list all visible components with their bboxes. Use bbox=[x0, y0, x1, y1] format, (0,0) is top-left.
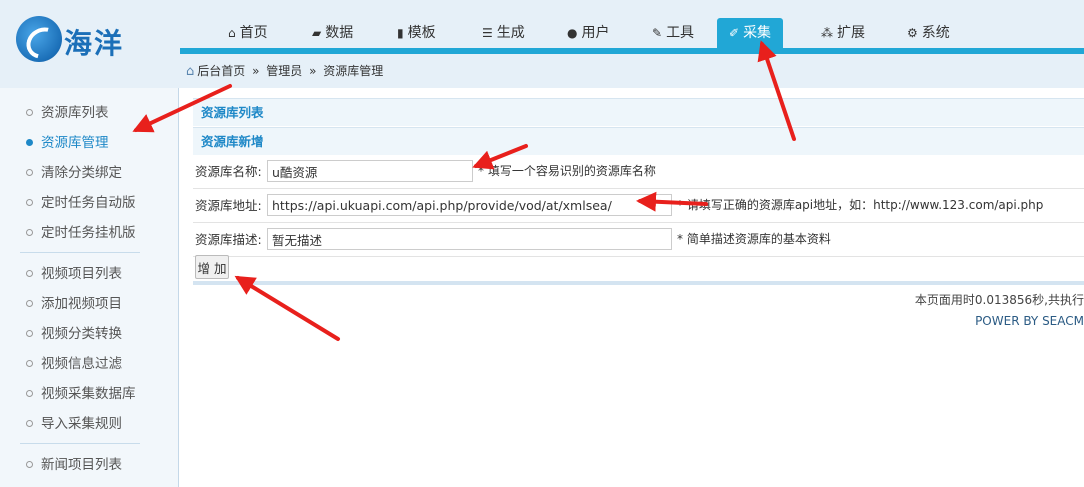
sidebar-divider bbox=[20, 252, 140, 253]
field-hint: * 请填写正确的资源库api地址，如：http://www.123.com/ap… bbox=[677, 198, 1044, 212]
nav-item-extend[interactable]: ⁂ 扩展 bbox=[809, 18, 877, 48]
nav-item-collect[interactable]: ✐ 采集 bbox=[717, 18, 784, 48]
form-row-url: 资源库地址: * 请填写正确的资源库api地址，如：http://www.123… bbox=[193, 189, 1084, 223]
home-icon: ⌂ bbox=[228, 26, 236, 40]
source-list-link[interactable]: 资源库列表 bbox=[193, 98, 1084, 126]
nav-item-user[interactable]: ● 用户 bbox=[555, 18, 621, 48]
nav-item-label: 采集 bbox=[743, 25, 772, 41]
logo-text: 海洋 bbox=[64, 27, 125, 60]
sidebar-item-timer-auto[interactable]: 定时任务自动版 bbox=[26, 191, 136, 215]
source-name-input[interactable] bbox=[267, 160, 473, 182]
breadcrumb-separator: » bbox=[252, 64, 260, 78]
sitemap-icon: ⁂ bbox=[821, 26, 833, 40]
content-bottom-bar bbox=[193, 281, 1084, 285]
sidebar-item-label: 定时任务自动版 bbox=[41, 195, 136, 211]
sidebar-item-video-projects[interactable]: 视频项目列表 bbox=[26, 262, 122, 286]
gear-icon: ⚙ bbox=[907, 26, 918, 40]
field-label: 资源库名称: bbox=[195, 164, 262, 179]
nav-item-data[interactable]: ▰ 数据 bbox=[300, 18, 365, 48]
field-label: 资源库地址: bbox=[195, 198, 262, 213]
breadcrumb-level1[interactable]: 管理员 bbox=[266, 64, 302, 78]
bullet-icon bbox=[26, 138, 33, 146]
nav-item-label: 数据 bbox=[325, 25, 354, 41]
sidebar-item-label: 视频项目列表 bbox=[41, 266, 122, 282]
sidebar-item-news-projects[interactable]: 新闻项目列表 bbox=[26, 453, 122, 477]
sidebar-item-label: 定时任务挂机版 bbox=[41, 225, 136, 241]
nav-item-label: 模板 bbox=[407, 25, 436, 41]
bullet-icon bbox=[26, 329, 33, 337]
home-icon: ⌂ bbox=[186, 64, 195, 79]
sidebar-item-label: 视频信息过滤 bbox=[41, 356, 122, 372]
nav-item-label: 扩展 bbox=[837, 25, 865, 41]
logo-wave-icon bbox=[16, 16, 66, 65]
bullet-icon bbox=[26, 359, 33, 367]
source-url-input[interactable] bbox=[267, 194, 672, 216]
nav-item-home[interactable]: ⌂ 首页 bbox=[216, 18, 280, 48]
section-title: 资源库新增 bbox=[193, 127, 1084, 155]
nav-item-generate[interactable]: ☰ 生成 bbox=[470, 18, 537, 48]
source-desc-input[interactable] bbox=[267, 228, 672, 250]
sidebar-item-video-filter[interactable]: 视频信息过滤 bbox=[26, 352, 122, 376]
add-button[interactable]: 增 加 bbox=[195, 255, 229, 279]
breadcrumb-home[interactable]: 后台首页 bbox=[197, 64, 245, 78]
breadcrumb-current: 资源库管理 bbox=[323, 64, 384, 78]
sidebar-divider bbox=[20, 443, 140, 444]
sidebar-item-label: 清除分类绑定 bbox=[41, 165, 122, 181]
sidebar-item-label: 新闻项目列表 bbox=[41, 457, 122, 473]
nav-item-label: 系统 bbox=[921, 25, 950, 41]
top-nav: ⌂ 首页 ▰ 数据 ▮ 模板 ☰ 生成 ● 用户 ✎ 工具 ✐ 采集 ⁂ 扩展 ⚙ 系统 bbox=[180, 18, 1084, 48]
sidebar-item-label: 添加视频项目 bbox=[41, 296, 122, 312]
logo[interactable]: 海洋 bbox=[16, 16, 136, 65]
form-row-desc: 资源库描述: * 简单描述资源库的基本资料 bbox=[193, 223, 1084, 257]
server-icon: ☰ bbox=[482, 26, 493, 40]
sidebar: 资源库列表 资源库管理 清除分类绑定 定时任务自动版 定时任务挂机版 视频项目列… bbox=[0, 88, 179, 487]
sidebar-item-source-manage[interactable]: 资源库管理 bbox=[26, 131, 109, 155]
sidebar-item-label: 资源库管理 bbox=[41, 135, 109, 151]
nav-item-label: 首页 bbox=[239, 25, 268, 41]
user-icon: ● bbox=[567, 26, 578, 40]
footer-power-by: POWER BY SEACM bbox=[975, 314, 1084, 328]
nav-item-tools[interactable]: ✎ 工具 bbox=[640, 18, 706, 48]
nav-item-system[interactable]: ⚙ 系统 bbox=[895, 18, 962, 48]
bullet-icon bbox=[26, 299, 33, 307]
bullet-icon bbox=[26, 389, 33, 397]
sidebar-item-label: 视频采集数据库 bbox=[41, 386, 136, 402]
sidebar-item-clear-binding[interactable]: 清除分类绑定 bbox=[26, 161, 122, 185]
bullet-icon bbox=[26, 419, 33, 427]
field-label: 资源库描述: bbox=[195, 232, 262, 247]
edit-icon: ✐ bbox=[729, 26, 740, 40]
bullet-icon bbox=[26, 168, 33, 176]
book-icon: ▰ bbox=[312, 26, 322, 40]
breadcrumb-separator: » bbox=[309, 64, 317, 78]
footer-exec-time: 本页面用时0.013856秒,共执行 bbox=[914, 293, 1084, 307]
field-hint: * 填写一个容易识别的资源库名称 bbox=[478, 164, 656, 178]
bullet-icon bbox=[26, 460, 33, 468]
nav-item-label: 用户 bbox=[581, 25, 610, 41]
form-row-name: 资源库名称: * 填写一个容易识别的资源库名称 bbox=[193, 155, 1084, 189]
sidebar-item-source-list[interactable]: 资源库列表 bbox=[26, 101, 109, 125]
header: 海洋 ⌂ 首页 ▰ 数据 ▮ 模板 ☰ 生成 ● 用户 ✎ 工具 ✐ 采集 ⁂ 扩展 ⚙ 系统 bbox=[0, 0, 1084, 88]
sidebar-item-label: 视频分类转换 bbox=[41, 326, 122, 342]
bullet-icon bbox=[26, 108, 33, 116]
nav-item-template[interactable]: ▮ 模板 bbox=[385, 18, 448, 48]
sidebar-item-label: 资源库列表 bbox=[41, 105, 109, 121]
bullet-icon bbox=[26, 269, 33, 277]
file-icon: ▮ bbox=[397, 26, 404, 40]
nav-item-label: 工具 bbox=[666, 25, 695, 41]
wrench-icon: ✎ bbox=[652, 26, 663, 40]
arrow-to-add-button bbox=[234, 275, 340, 341]
sidebar-item-add-video-project[interactable]: 添加视频项目 bbox=[26, 292, 122, 316]
field-hint: * 简单描述资源库的基本资料 bbox=[677, 232, 831, 246]
sidebar-item-video-database[interactable]: 视频采集数据库 bbox=[26, 382, 136, 406]
sidebar-item-label: 导入采集规则 bbox=[41, 416, 122, 432]
sidebar-item-import-rules[interactable]: 导入采集规则 bbox=[26, 412, 122, 436]
nav-item-label: 生成 bbox=[496, 25, 525, 41]
breadcrumb: ⌂ 后台首页 » 管理员 » 资源库管理 bbox=[180, 54, 1084, 88]
bullet-icon bbox=[26, 228, 33, 236]
sidebar-item-timer-hang[interactable]: 定时任务挂机版 bbox=[26, 221, 136, 245]
bullet-icon bbox=[26, 198, 33, 206]
sidebar-item-video-category-convert[interactable]: 视频分类转换 bbox=[26, 322, 122, 346]
